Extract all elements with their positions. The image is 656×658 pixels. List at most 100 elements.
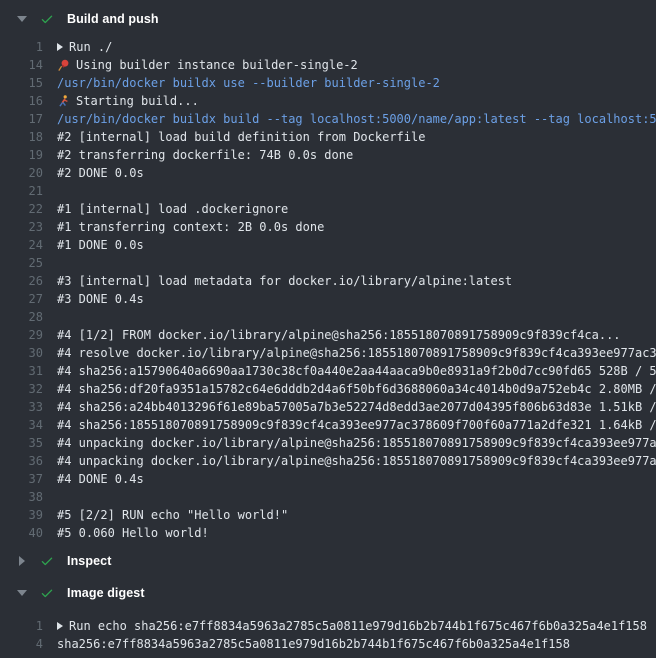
runner-icon xyxy=(57,95,70,108)
caret-down-icon[interactable] xyxy=(17,590,27,596)
line-number[interactable]: 34 xyxy=(0,416,43,434)
line-number[interactable]: 17 xyxy=(0,110,43,128)
log-text: Run ./ xyxy=(57,38,112,56)
log-line: 37 #4 DONE 0.4s xyxy=(0,470,656,488)
log-line: 34 #4 sha256:185518070891758909c9f839cf4c… xyxy=(0,416,656,434)
log-line: 30 #4 resolve docker.io/library/alpine@sh… xyxy=(0,344,656,362)
line-number[interactable]: 28 xyxy=(0,308,43,326)
log-text: /usr/bin/docker buildx build --tag local… xyxy=(57,110,656,128)
line-number[interactable]: 20 xyxy=(0,164,43,182)
log-line: 19 #2 transferring dockerfile: 74B 0.0s d… xyxy=(0,146,656,164)
log-text: #4 sha256:185518070891758909c9f839cf4ca3… xyxy=(57,416,656,434)
log-line: 28 xyxy=(0,308,656,326)
section-title: Image digest xyxy=(67,586,145,600)
line-number[interactable]: 31 xyxy=(0,362,43,380)
log-text: #2 transferring dockerfile: 74B 0.0s don… xyxy=(57,146,353,164)
log-text-content: Run ./ xyxy=(69,38,112,56)
log-text-content: #1 [internal] load .dockerignore xyxy=(57,200,288,218)
log-text: #4 unpacking docker.io/library/alpine@sh… xyxy=(57,434,656,452)
log-line: 39 #5 [2/2] RUN echo "Hello world!" xyxy=(0,506,656,524)
log-text-content: #5 [2/2] RUN echo "Hello world!" xyxy=(57,506,288,524)
line-number[interactable]: 16 xyxy=(0,92,43,110)
log-text: #2 [internal] load build definition from… xyxy=(57,128,425,146)
line-number[interactable]: 15 xyxy=(0,74,43,92)
log-text-content: sha256:e7ff8834a5963a2785c5a0811e979d16b… xyxy=(57,635,570,653)
line-number[interactable]: 39 xyxy=(0,506,43,524)
log-line[interactable]: 1 Run echo sha256:e7ff8834a5963a2785c5a08… xyxy=(0,617,656,635)
log-text: #5 [2/2] RUN echo "Hello world!" xyxy=(57,506,288,524)
log-text: /usr/bin/docker buildx use --builder bui… xyxy=(57,74,440,92)
line-number[interactable]: 21 xyxy=(0,182,43,200)
log-block: 1 Run echo sha256:e7ff8834a5963a2785c5a08… xyxy=(0,617,656,653)
check-icon xyxy=(39,585,55,601)
log-text-content: #2 [internal] load build definition from… xyxy=(57,128,425,146)
log-line: 24 #1 DONE 0.0s xyxy=(0,236,656,254)
log-line: 20 #2 DONE 0.0s xyxy=(0,164,656,182)
section-header[interactable]: Inspect xyxy=(0,550,656,572)
log-line: 14Using builder instance builder-single-… xyxy=(0,56,656,74)
caret-down-icon xyxy=(17,590,27,596)
line-number[interactable]: 29 xyxy=(0,326,43,344)
log-text: #3 [internal] load metadata for docker.i… xyxy=(57,272,512,290)
line-number[interactable]: 4 xyxy=(0,635,43,653)
line-number[interactable]: 37 xyxy=(0,470,43,488)
log-line: 29#4 [1/2] FROM docker.io/library/alpine… xyxy=(0,326,656,344)
line-number[interactable]: 33 xyxy=(0,398,43,416)
log-line: 31#4 sha256:a15790640a6690aa1730c38cf0a4… xyxy=(0,362,656,380)
log-line: 16 Starting build... xyxy=(0,92,656,110)
log-text: #1 DONE 0.0s xyxy=(57,236,144,254)
workflow-log: Build and push 1 Run ./14Using builder ins… xyxy=(0,0,656,653)
log-text-content: #2 transferring dockerfile: 74B 0.0s don… xyxy=(57,146,353,164)
log-text-content: #3 [internal] load metadata for docker.i… xyxy=(57,272,512,290)
log-text-content: #4 sha256:a24bb4013296f61e89ba57005a7b3e… xyxy=(57,398,656,416)
line-number[interactable]: 18 xyxy=(0,128,43,146)
log-text-content: Run echo sha256:e7ff8834a5963a2785c5a081… xyxy=(69,617,647,635)
log-line: 27 #3 DONE 0.4s xyxy=(0,290,656,308)
line-number[interactable]: 26 xyxy=(0,272,43,290)
line-number[interactable]: 32 xyxy=(0,380,43,398)
line-number[interactable]: 1 xyxy=(0,617,43,635)
log-line: 25 xyxy=(0,254,656,272)
log-line: 35 #4 unpacking docker.io/library/alpine@… xyxy=(0,434,656,452)
line-number[interactable]: 1 xyxy=(0,38,43,56)
expand-arrow-icon[interactable] xyxy=(57,43,63,51)
line-number[interactable]: 27 xyxy=(0,290,43,308)
line-number[interactable]: 25 xyxy=(0,254,43,272)
line-number[interactable]: 36 xyxy=(0,452,43,470)
log-text-content: #4 unpacking docker.io/library/alpine@sh… xyxy=(57,434,656,452)
section-header[interactable]: Image digest xyxy=(0,582,656,604)
line-number[interactable]: 19 xyxy=(0,146,43,164)
section-title: Build and push xyxy=(67,12,159,26)
log-text-content: #1 transferring context: 2B 0.0s done xyxy=(57,218,324,236)
log-text-content: #4 DONE 0.4s xyxy=(57,470,144,488)
expand-arrow-icon[interactable] xyxy=(57,622,63,630)
log-text: #3 DONE 0.4s xyxy=(57,290,144,308)
line-number[interactable]: 23 xyxy=(0,218,43,236)
log-line[interactable]: 1 Run ./ xyxy=(0,38,656,56)
log-text-content: #4 resolve docker.io/library/alpine@sha2… xyxy=(57,344,656,362)
line-number[interactable]: 14 xyxy=(0,56,43,74)
log-text: #1 [internal] load .dockerignore xyxy=(57,200,288,218)
log-line: 33 #4 sha256:a24bb4013296f61e89ba57005a7b… xyxy=(0,398,656,416)
log-line: 18 #2 [internal] load build definition fr… xyxy=(0,128,656,146)
line-number[interactable]: 40 xyxy=(0,524,43,542)
caret-down-icon[interactable] xyxy=(17,16,27,22)
log-text: #4 DONE 0.4s xyxy=(57,470,144,488)
log-line: 4 sha256:e7ff8834a5963a2785c5a0811e979d16… xyxy=(0,635,656,653)
caret-right-icon[interactable] xyxy=(17,556,27,566)
log-text: #4 sha256:df20fa9351a15782c64e6dddb2d4a6… xyxy=(57,380,656,398)
log-text: #4 unpacking docker.io/library/alpine@sh… xyxy=(57,452,656,470)
log-text-content: #2 DONE 0.0s xyxy=(57,164,144,182)
line-number[interactable]: 24 xyxy=(0,236,43,254)
line-number[interactable]: 30 xyxy=(0,344,43,362)
log-line: 21 xyxy=(0,182,656,200)
log-text: sha256:e7ff8834a5963a2785c5a0811e979d16b… xyxy=(57,635,570,653)
step-section-build-and-push: Build and push 1 Run ./14Using builder ins… xyxy=(0,8,656,542)
check-icon xyxy=(39,553,55,569)
log-text: Starting build... xyxy=(57,92,199,110)
section-header[interactable]: Build and push xyxy=(0,8,656,30)
log-line: 17/usr/bin/docker buildx build --tag loc… xyxy=(0,110,656,128)
line-number[interactable]: 38 xyxy=(0,488,43,506)
line-number[interactable]: 35 xyxy=(0,434,43,452)
line-number[interactable]: 22 xyxy=(0,200,43,218)
